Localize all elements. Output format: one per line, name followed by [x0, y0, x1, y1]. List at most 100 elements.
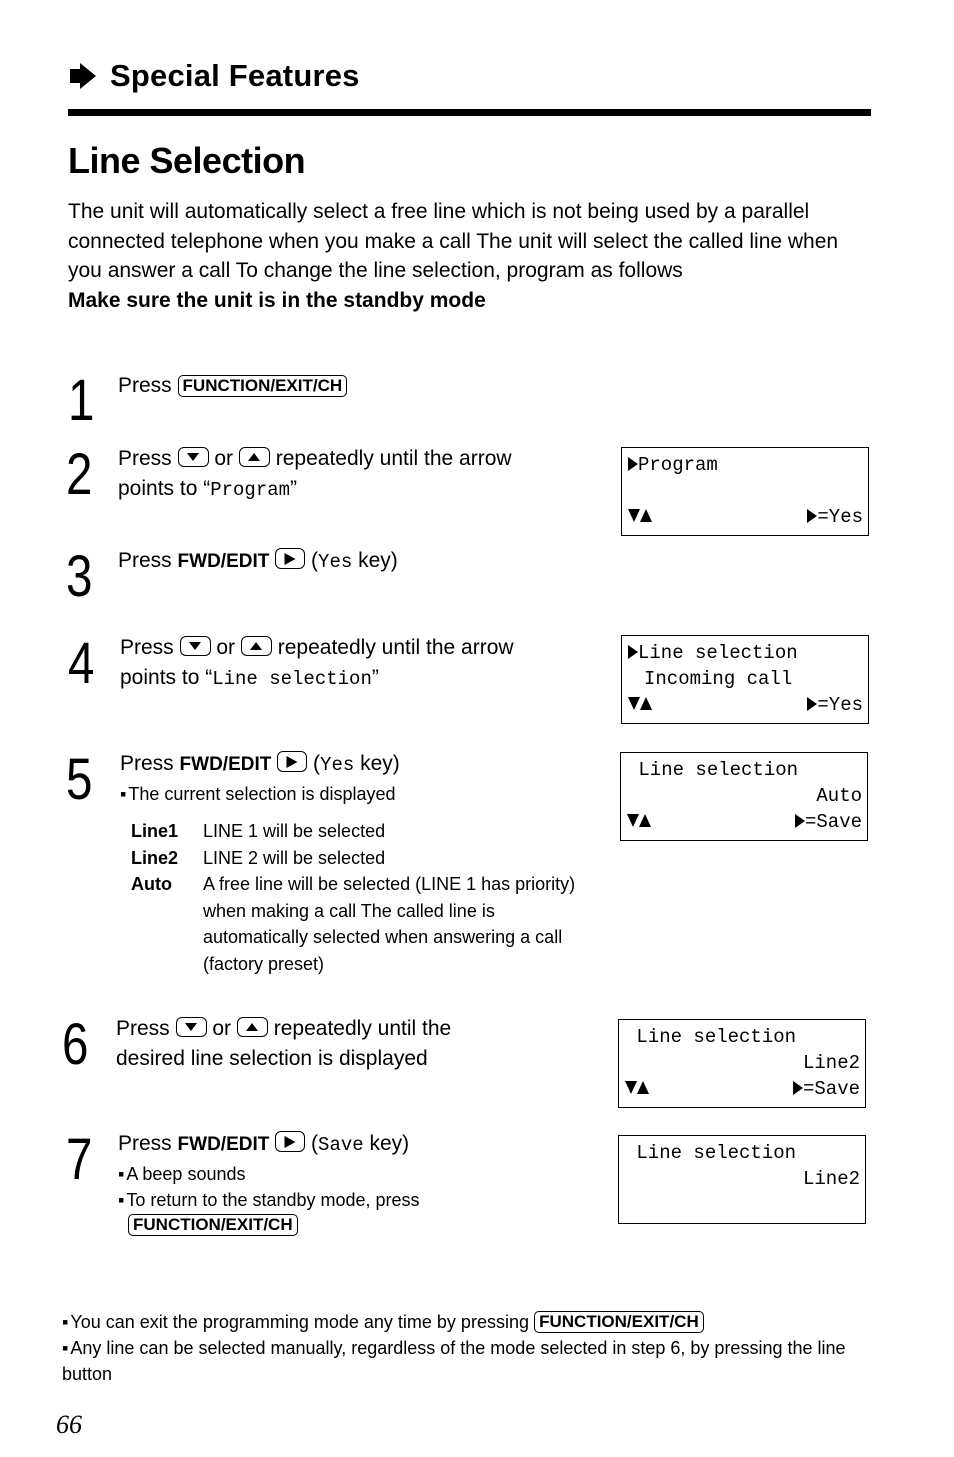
lcd-display: Program =Yes [621, 447, 869, 536]
press-label: Press [120, 636, 174, 659]
option-desc: A free line will be selected (LINE 1 has… [203, 874, 576, 974]
press-label: Press [118, 374, 172, 397]
step-number: 4 [68, 631, 95, 696]
lcd-line-2: Incoming call [644, 668, 793, 690]
or-label: or [212, 1017, 232, 1040]
function-exit-ch-key: FUNCTION/EXIT/CH [177, 375, 348, 397]
play-arrow-icon [794, 814, 805, 828]
option-row: Line2 LINE 2 will be selected [131, 845, 588, 872]
display-term: Yes [318, 551, 353, 573]
instruction-text: repeatedly until the [273, 1017, 452, 1040]
instruction-text: points to “ [118, 476, 211, 500]
option-key: Auto [131, 874, 172, 894]
lcd-line-3: =Yes [628, 692, 863, 718]
step-number: 2 [66, 442, 93, 507]
play-key-icon [275, 1131, 306, 1152]
up-arrow-key-icon [238, 447, 270, 467]
key-suffix: key) [352, 549, 398, 572]
intro-paragraph: The unit will automatically select a fre… [68, 200, 839, 282]
lcd-action: =Yes [817, 506, 863, 528]
function-exit-ch-key: FUNCTION/EXIT/CH [534, 1311, 704, 1333]
lcd-line-3: =Save [625, 1076, 860, 1102]
note-item: Any line can be selected manually, regar… [62, 1335, 852, 1387]
lcd-line-2: Auto [816, 785, 862, 807]
bullet-item: The current selection is displayed [120, 781, 600, 807]
lcd-display: Line selection Auto =Save [620, 752, 868, 841]
press-label: Press [118, 549, 172, 572]
step-number: 3 [66, 544, 93, 609]
down-up-arrows-icon [628, 692, 652, 718]
press-label: Press [118, 1132, 172, 1155]
display-term: Save [318, 1134, 364, 1156]
or-label: or [214, 447, 234, 470]
lcd-action: =Save [802, 1078, 860, 1100]
option-row: Auto A free line will be selected (LINE … [131, 871, 588, 977]
step-number: 7 [66, 1127, 93, 1192]
bullet-item: A beep sounds [118, 1161, 598, 1187]
down-up-arrows-icon [628, 504, 652, 530]
press-label: Press [118, 447, 172, 470]
display-term: Program [210, 478, 291, 501]
display-term: Yes [320, 754, 355, 776]
paren: ( [313, 752, 321, 775]
lcd-line-3: =Save [627, 809, 862, 835]
or-label: or [216, 636, 236, 659]
up-arrow-key-icon [236, 1017, 268, 1037]
down-up-arrows-icon [627, 809, 651, 835]
fwd-edit-key-label: FWD/EDIT [177, 1134, 270, 1155]
lcd-line-1: Line selection [628, 640, 863, 666]
step-5-text: Press FWD/EDIT (Yes key) The current sel… [120, 749, 600, 807]
step-1-text: Press FUNCTION/EXIT/CH [118, 371, 348, 401]
paren: ( [311, 549, 319, 572]
step-7-text: Press FWD/EDIT (Save key) A beep sounds … [118, 1129, 598, 1237]
page-number: 66 [56, 1410, 82, 1439]
bullet-item: To return to the standby mode, press [118, 1187, 598, 1213]
play-arrow-icon [792, 1081, 803, 1095]
step-number: 1 [68, 368, 95, 433]
key-suffix: key) [354, 752, 400, 775]
instruction-text: desired line selection is displayed [116, 1046, 428, 1070]
option-key: Line2 [131, 847, 179, 868]
lcd-display: Line selection Line2 =Save [618, 1019, 866, 1108]
up-arrow-key-icon [240, 636, 272, 656]
lcd-display: Line selection Incoming call =Yes [621, 635, 869, 724]
lcd-line-2: Line2 [802, 1052, 860, 1074]
right-arrow-icon [70, 63, 96, 89]
standby-note: Make sure the unit is in the standby mod… [68, 288, 486, 312]
quote-close: ” [371, 665, 379, 689]
play-key-icon [275, 548, 306, 569]
note-text: You can exit the programming mode any ti… [62, 1312, 529, 1332]
down-arrow-key-icon [179, 636, 211, 656]
down-arrow-key-icon [177, 447, 209, 467]
instruction-text: points to “ [120, 665, 213, 689]
lcd-line-2: Line2 [802, 1168, 860, 1190]
step-2-text: Press or repeatedly until the arrow poin… [118, 444, 598, 505]
instruction-text: repeatedly until the arrow [275, 447, 512, 470]
option-desc: LINE 2 will be selected [203, 847, 386, 868]
lcd-line-3: =Yes [628, 504, 863, 530]
press-label: Press [116, 1017, 170, 1040]
cursor-arrow-icon [628, 457, 638, 471]
step-3-text: Press FWD/EDIT (Yes key) [118, 546, 398, 578]
lcd-line-1: Line selection [625, 1142, 797, 1164]
fwd-edit-key-label: FWD/EDIT [177, 551, 270, 572]
lcd-line-1: Line selection [625, 1026, 797, 1048]
step-6-text: Press or repeatedly until the desired li… [116, 1014, 596, 1073]
fwd-edit-key-label: FWD/EDIT [179, 754, 272, 775]
lcd-display: Line selection Line2 [618, 1135, 866, 1224]
lcd-line-1: Program [628, 452, 863, 478]
note-item: You can exit the programming mode any ti… [62, 1308, 882, 1335]
lcd-line-1: Line selection [627, 759, 799, 781]
option-row: Line1 LINE 1 will be selected [131, 818, 588, 845]
down-arrow-key-icon [175, 1017, 207, 1037]
lcd-text: Program [638, 454, 718, 476]
step-number: 5 [66, 747, 93, 812]
lcd-action: =Yes [817, 694, 863, 716]
lcd-action: =Save [804, 811, 862, 833]
line-options: Line1 LINE 1 will be selected Line2 LINE… [131, 818, 588, 977]
step-4-text: Press or repeatedly until the arrow poin… [120, 633, 600, 694]
notes: You can exit the programming mode any ti… [62, 1308, 882, 1387]
header-rule [68, 109, 871, 116]
key-suffix: key) [363, 1132, 410, 1155]
step-number: 6 [62, 1012, 89, 1077]
